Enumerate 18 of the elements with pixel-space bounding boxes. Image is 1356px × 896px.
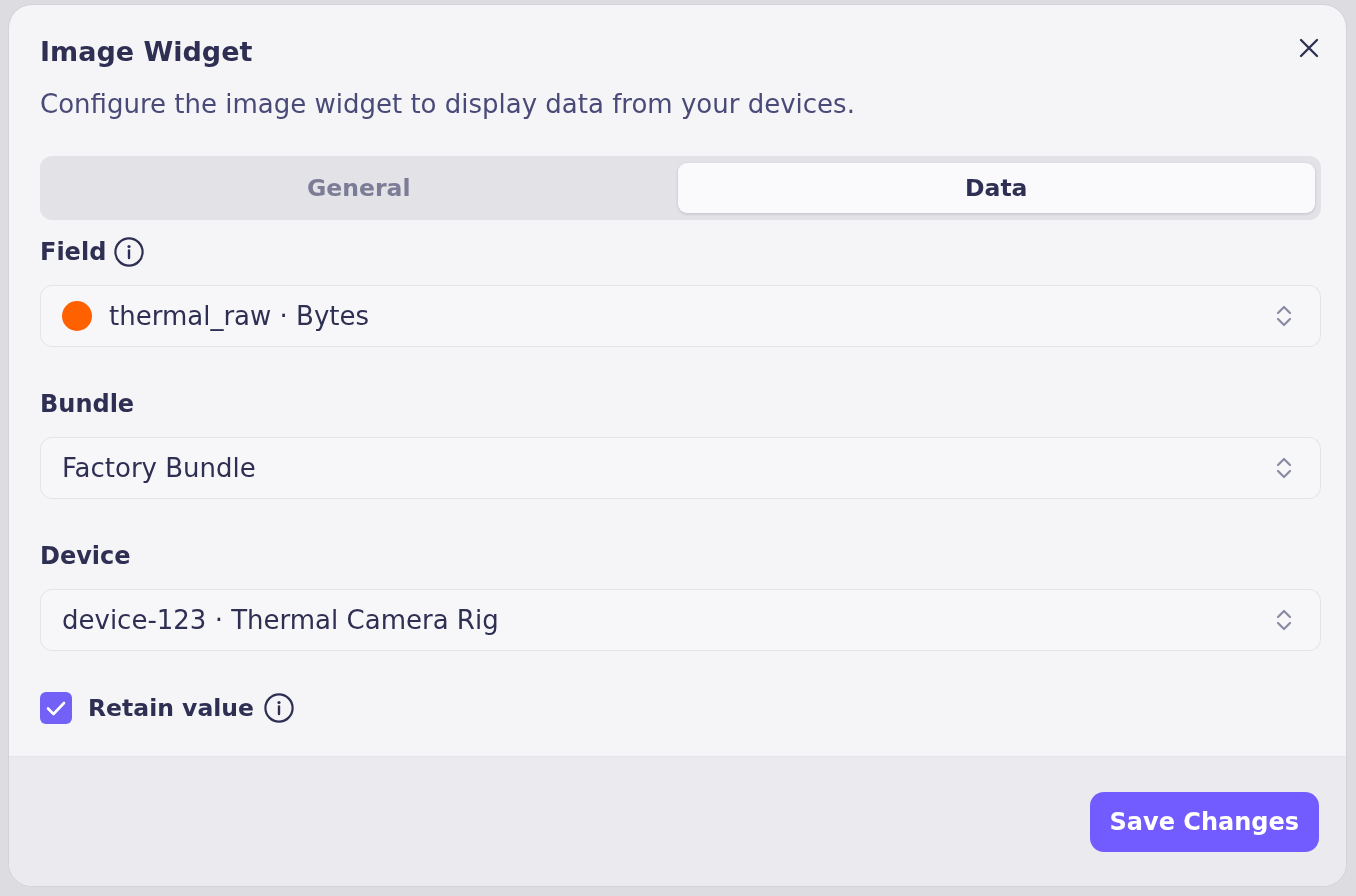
field-label: Field (40, 237, 107, 268)
select-field[interactable]: thermal_raw · Bytes (40, 285, 1321, 347)
info-icon[interactable] (264, 693, 294, 723)
checkbox-label: Retain value (88, 693, 254, 724)
field-label: Device (40, 541, 131, 572)
close-icon[interactable] (1299, 38, 1319, 58)
checkbox[interactable] (40, 692, 72, 724)
save-button[interactable]: Save Changes (1089, 792, 1319, 852)
dialog-title: Image Widget (40, 35, 253, 69)
select-field[interactable]: Factory Bundle (40, 437, 1321, 499)
field-label: Bundle (40, 389, 135, 420)
info-icon[interactable] (114, 237, 145, 267)
dialog-description: Configure the image widget to display data from your devices. (40, 88, 856, 121)
tab[interactable]: Data (677, 163, 1315, 213)
select-field[interactable]: device-123 · Thermal Camera Rig (40, 589, 1321, 651)
chevron-updown-icon (1275, 608, 1293, 632)
chevron-updown-icon (1275, 304, 1293, 328)
chevron-updown-icon (1275, 456, 1293, 480)
